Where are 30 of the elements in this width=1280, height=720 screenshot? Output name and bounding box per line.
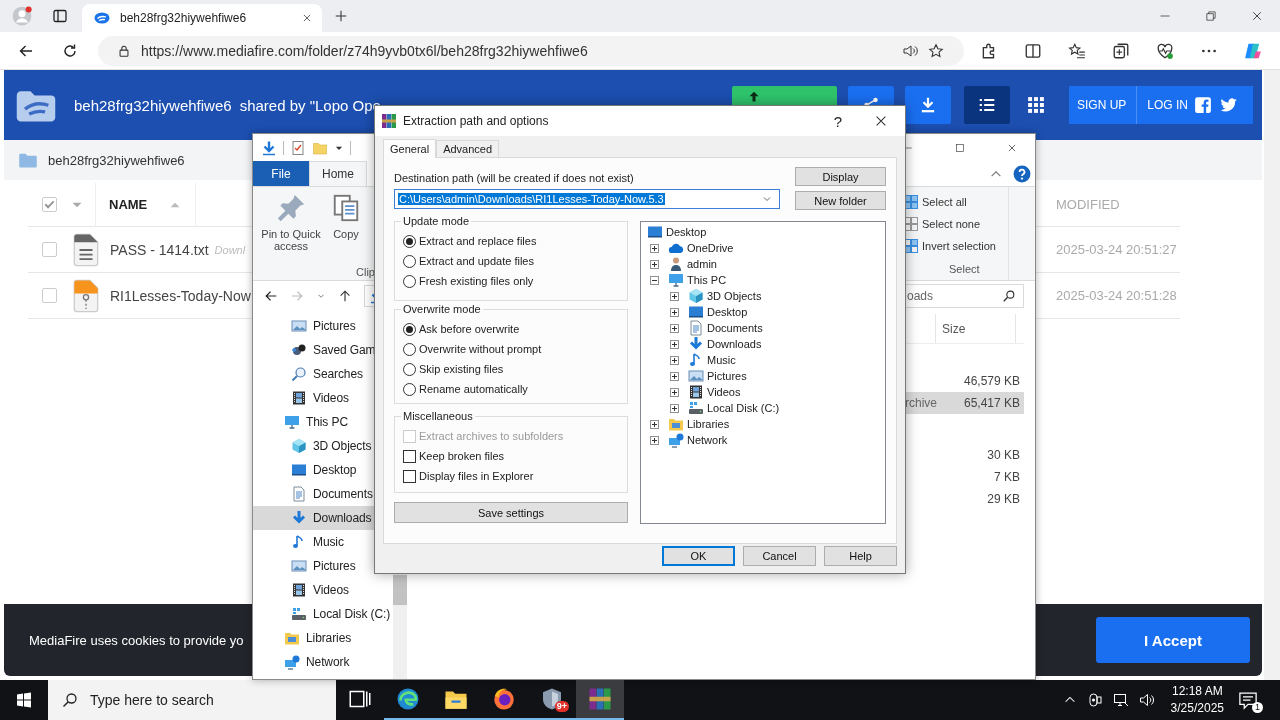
table-cell-text: rchive: [905, 396, 938, 410]
group-title: Miscellaneous: [402, 410, 474, 422]
modified-date: 2025-03-24 20:51:28: [1056, 288, 1178, 303]
count-badge: 9+: [554, 701, 569, 712]
option-label: Extract archives to subfolders: [419, 430, 564, 442]
notification-count: 1: [1252, 702, 1263, 713]
option-label: Rename automatically: [419, 383, 528, 395]
group-title: Update mode: [402, 215, 471, 227]
option-label: Extract and replace files: [419, 235, 537, 247]
table-cell-text: 29 KB: [986, 492, 1021, 506]
table-cell-text: 46,579 KB: [962, 374, 1021, 388]
table-cell-text: 30 KB: [986, 448, 1021, 462]
option-label: Extract and update files: [419, 255, 534, 267]
ribbon-group-label: Select: [949, 263, 980, 275]
group-title: Overwrite mode: [402, 303, 482, 315]
option-label: Ask before overwrite: [419, 323, 520, 335]
option-label: Skip existing files: [419, 363, 504, 375]
option-label: Keep broken files: [419, 450, 504, 462]
option-label: Overwrite without prompt: [419, 343, 542, 355]
folder-title: beh28frg32hiywehfiwe6: [74, 96, 232, 114]
modified-date: 2025-03-24 20:51:27: [1056, 242, 1178, 257]
table-cell-text: 7 KB: [993, 470, 1021, 484]
option-label: Fresh existing files only: [419, 275, 534, 287]
download-note: Downl: [214, 243, 246, 256]
cookie-text: MediaFire uses cookies to provide yo: [29, 632, 244, 648]
field-label: Destination path (will be created if does not exist): [394, 171, 635, 185]
window-title: Extraction path and options: [403, 114, 549, 128]
option-label: Display files in Explorer: [419, 470, 534, 482]
table-cell-text: 65,417 KB: [962, 396, 1021, 410]
ribbon-group-label: Clip: [356, 266, 375, 278]
